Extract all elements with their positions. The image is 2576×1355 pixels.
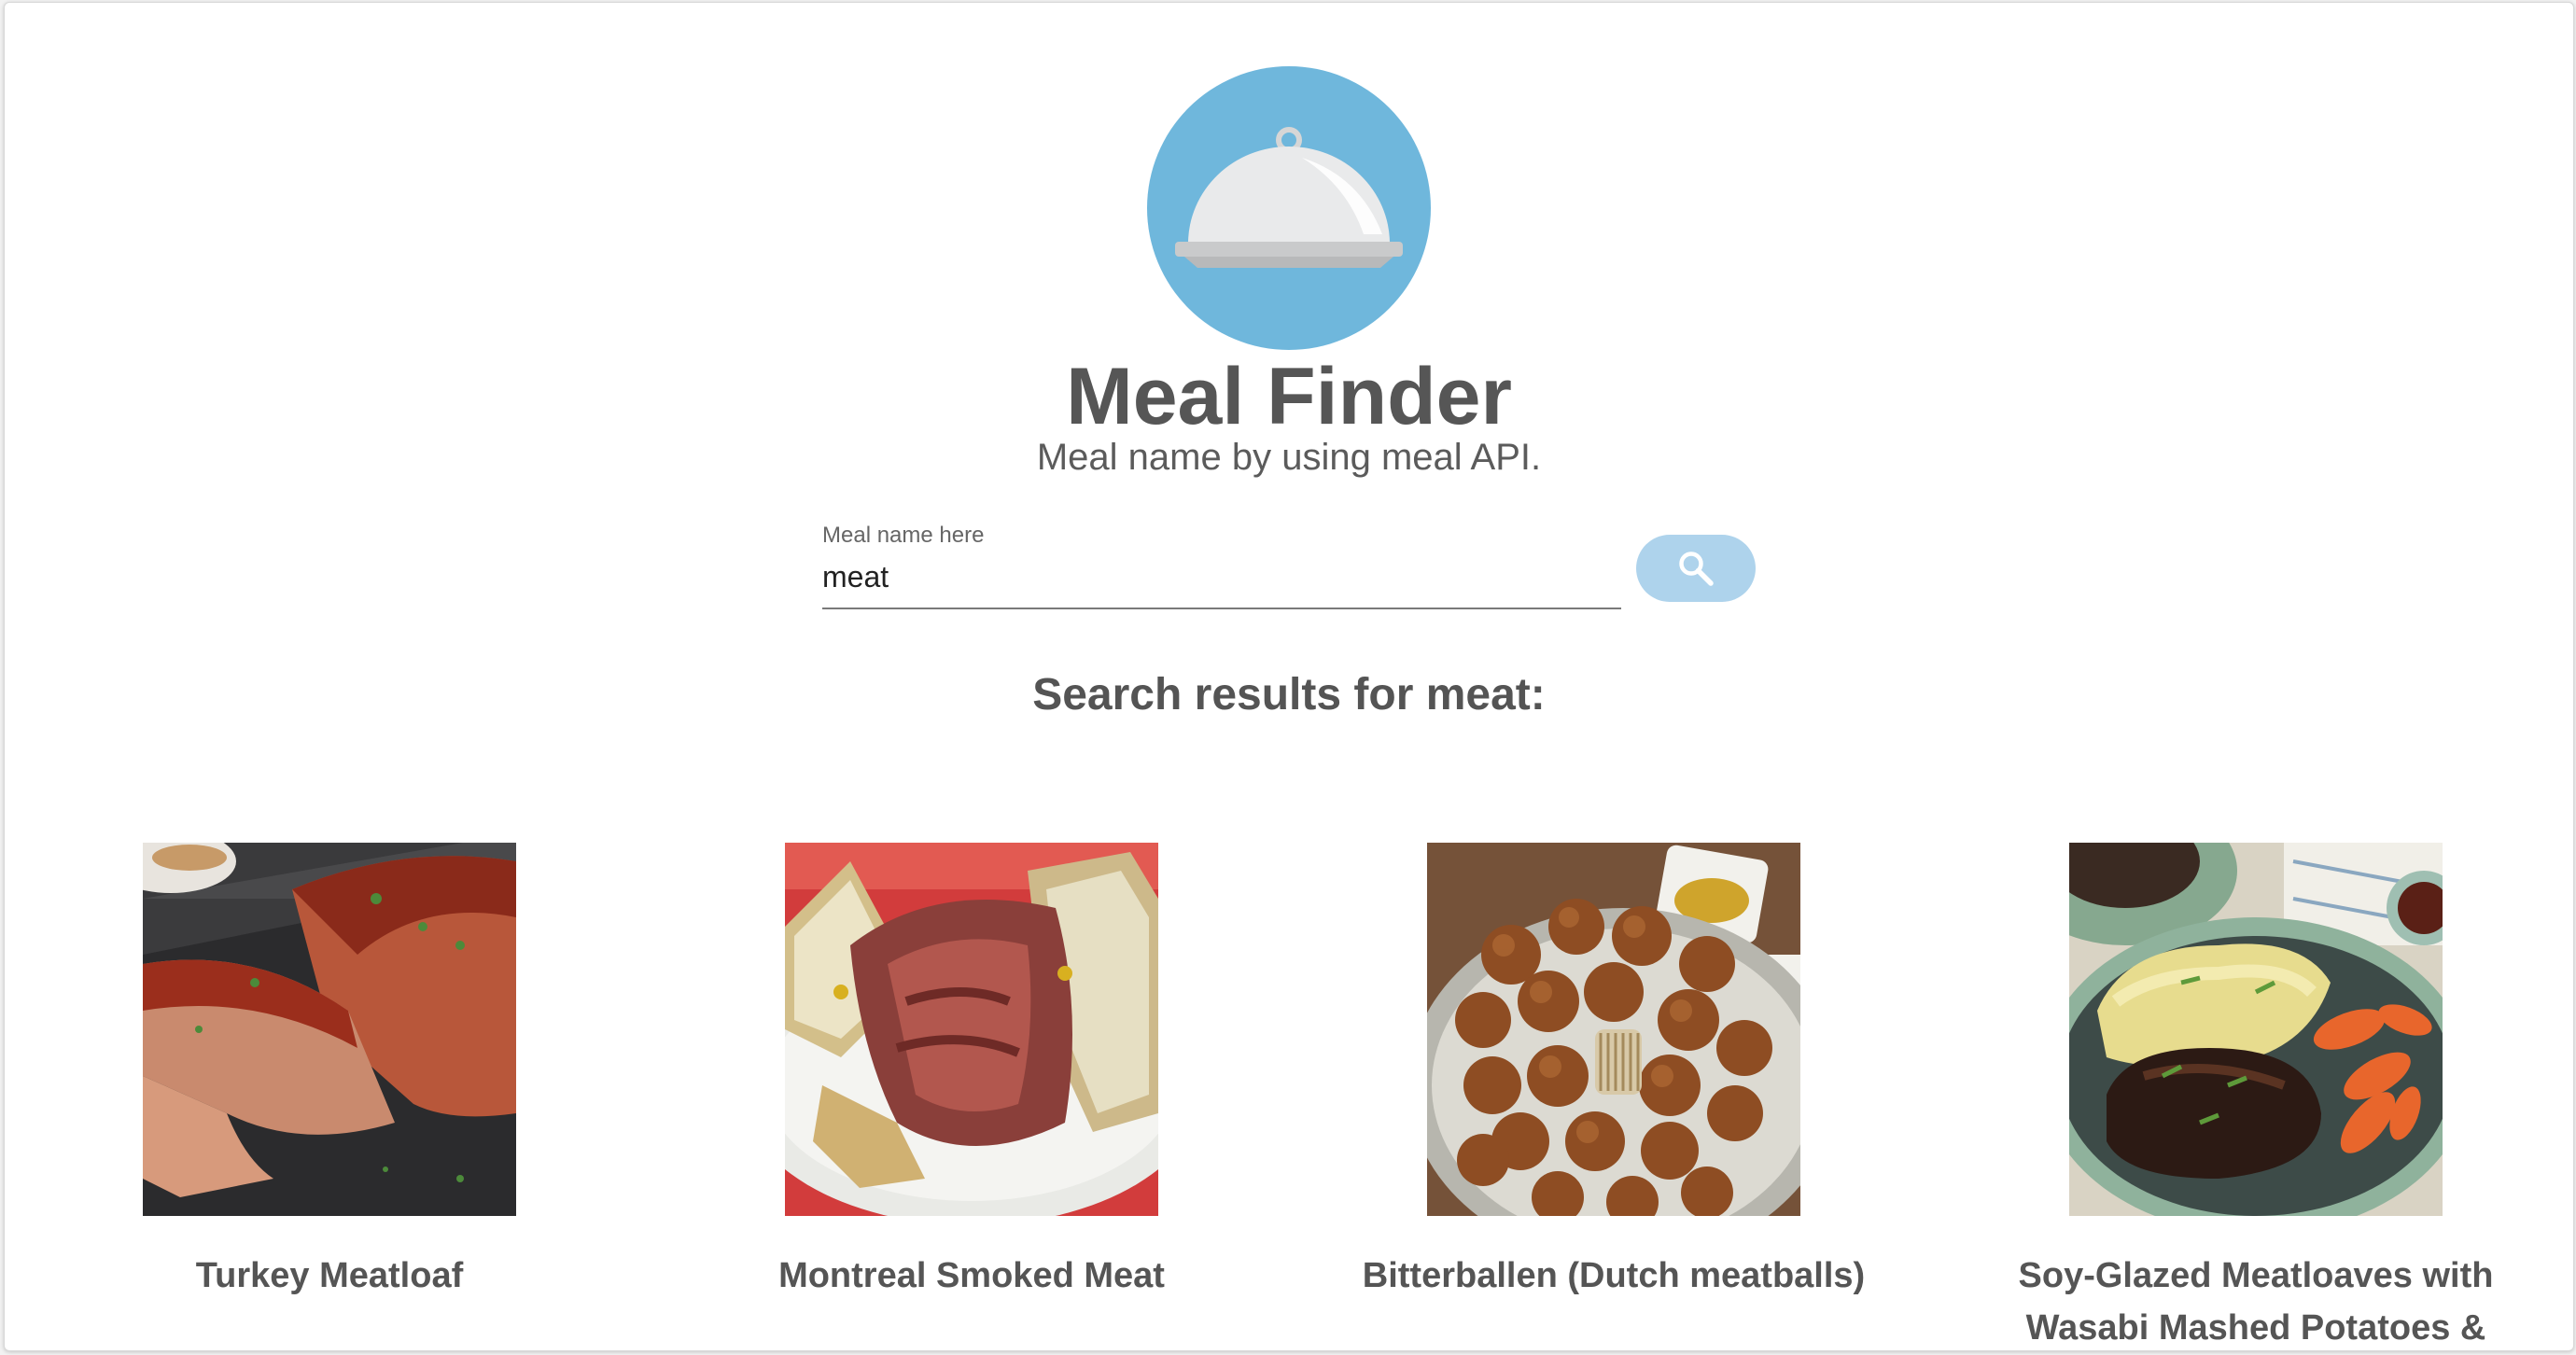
results-heading: Search results for meat: — [1032, 670, 1546, 719]
app-subtitle: Meal name by using meal API. — [1036, 437, 1542, 478]
app-title: Meal Finder — [1066, 352, 1512, 441]
meal-card[interactable]: Bitterballen (Dutch meatballs) — [1293, 843, 1935, 1302]
search-icon — [1679, 552, 1714, 586]
bitterballen-image[interactable] — [1427, 843, 1800, 1216]
meal-card[interactable]: Soy-Glazed Meatloaves with Wasabi Mashed… — [1935, 843, 2573, 1350]
soy-glazed-meatloaves-image[interactable] — [2069, 843, 2443, 1216]
meal-name[interactable]: Montreal Smoked Meat — [651, 1250, 1293, 1302]
cloche-logo-icon — [1147, 66, 1431, 350]
meal-name[interactable]: Turkey Meatloaf — [8, 1250, 651, 1302]
meal-search-input[interactable] — [822, 553, 1616, 600]
montreal-smoked-meat-image[interactable] — [785, 843, 1158, 1216]
meal-name[interactable]: Bitterballen (Dutch meatballs) — [1293, 1250, 1935, 1302]
meal-card[interactable]: Montreal Smoked Meat — [651, 843, 1293, 1302]
meal-finder-app: Meal Finder Meal name by using meal API.… — [4, 2, 2574, 1351]
search-button[interactable] — [1636, 535, 1756, 602]
search-field-label: Meal name here — [822, 523, 985, 548]
meal-name[interactable]: Soy-Glazed Meatloaves with Wasabi Mashed… — [1935, 1250, 2573, 1350]
turkey-meatloaf-image[interactable] — [143, 843, 516, 1216]
meal-card[interactable]: Turkey Meatloaf — [8, 843, 651, 1302]
meal-search-field: Meal name here — [822, 522, 1621, 609]
